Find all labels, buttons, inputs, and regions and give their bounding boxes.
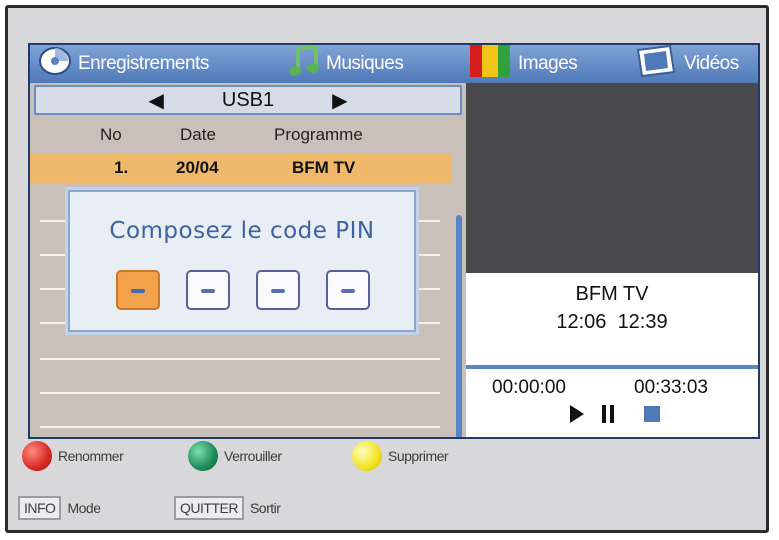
program-info: BFM TV 12:06 12:39: [466, 273, 758, 365]
quit-hint[interactable]: QUITTER Sortir: [174, 496, 281, 520]
end-time: 12:39: [617, 311, 668, 333]
disc-icon: [38, 46, 72, 82]
quit-key: QUITTER: [174, 496, 244, 520]
total-duration: 00:33:03: [634, 377, 708, 398]
scrollbar[interactable]: [456, 215, 462, 437]
delete-label: Supprimer: [388, 448, 449, 464]
column-header-programme: Programme: [274, 125, 363, 144]
tab-videos[interactable]: Vidéos: [634, 45, 739, 83]
tab-images[interactable]: Images: [468, 45, 578, 85]
pin-digit-2[interactable]: [186, 270, 230, 310]
images-icon: [468, 45, 512, 85]
tab-musiques[interactable]: Musiques: [288, 45, 404, 83]
tab-label: Enregistrements: [78, 53, 209, 74]
info-mode-hint[interactable]: INFO Mode: [18, 496, 101, 520]
elapsed-time: 00:00:00: [492, 377, 566, 398]
pin-digit-1[interactable]: [116, 270, 160, 310]
stop-icon[interactable]: [644, 406, 660, 428]
column-header-no: No: [100, 125, 122, 144]
column-header-date: Date: [180, 125, 216, 144]
music-note-icon: [288, 45, 320, 83]
delete-button[interactable]: Supprimer: [352, 441, 449, 471]
lock-button[interactable]: Verrouiller: [188, 441, 282, 471]
tab-label: Musiques: [326, 53, 404, 74]
tab-enregistrements[interactable]: Enregistrements: [38, 45, 209, 83]
red-button-icon: [22, 441, 52, 471]
pause-icon[interactable]: [602, 405, 616, 429]
pin-dialog-title: Composez le code PIN: [109, 218, 375, 244]
row-date: 20/04: [176, 158, 219, 177]
yellow-button-icon: [352, 441, 382, 471]
tab-label: Vidéos: [684, 53, 739, 74]
program-times: 12:06 12:39: [466, 311, 758, 334]
empty-row-line: [40, 426, 440, 428]
empty-row-line: [40, 358, 440, 360]
device-selector[interactable]: ◀ USB1 ▶: [34, 85, 462, 115]
info-key: INFO: [18, 496, 62, 520]
lock-label: Verrouiller: [224, 448, 282, 464]
channel-name: BFM TV: [575, 283, 649, 305]
device-name: USB1: [221, 88, 275, 111]
video-icon: [634, 45, 678, 84]
tab-bar: Enregistrements Musiques Images Vidéos: [30, 45, 758, 83]
info-key-label: Mode: [67, 500, 101, 516]
start-time: 12:06: [556, 311, 607, 333]
rename-label: Renommer: [58, 448, 124, 464]
tv-frame: Enregistrements Musiques Images Vidéos ◀…: [5, 5, 769, 533]
next-device-icon[interactable]: ▶: [332, 88, 347, 113]
green-button-icon: [188, 441, 218, 471]
play-icon[interactable]: [570, 405, 584, 429]
quit-key-label: Sortir: [249, 500, 281, 516]
empty-row-line: [40, 392, 440, 394]
recorder-screen: Enregistrements Musiques Images Vidéos ◀…: [28, 43, 760, 439]
table-row[interactable]: 1. 20/04 BFM TV: [30, 153, 452, 183]
pin-dialog: Composez le code PIN: [68, 190, 416, 332]
pin-digit-4[interactable]: [326, 270, 370, 310]
row-no: 1.: [114, 158, 129, 177]
rename-button[interactable]: Renommer: [22, 441, 124, 471]
pin-digit-3[interactable]: [256, 270, 300, 310]
playback-panel: 00:00:00 00:33:03: [466, 369, 758, 437]
row-program: BFM TV: [292, 158, 356, 177]
tab-label: Images: [518, 53, 578, 74]
video-preview: [466, 83, 758, 273]
prev-device-icon[interactable]: ◀: [148, 88, 163, 113]
